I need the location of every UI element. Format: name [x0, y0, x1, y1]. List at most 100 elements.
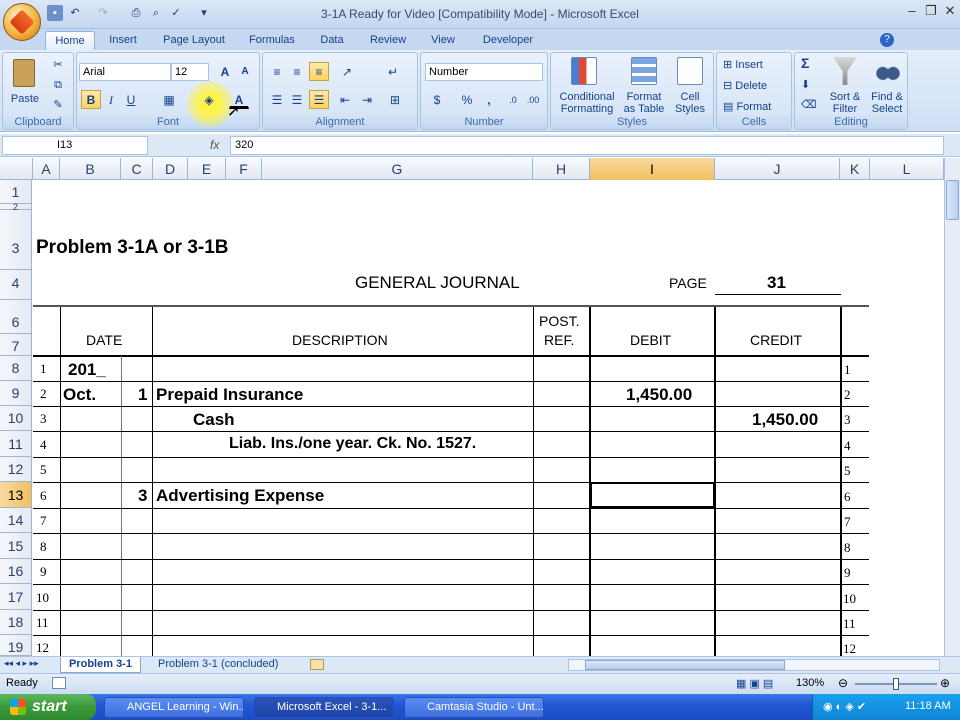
row-header-19[interactable]: 19 — [0, 635, 32, 656]
row-header-3[interactable]: 3 — [0, 210, 32, 270]
row-header-9[interactable]: 9 — [0, 381, 32, 406]
office-button[interactable] — [3, 3, 41, 41]
underline-button[interactable]: U — [121, 90, 141, 109]
delete-cells-button[interactable]: ⊟ Delete — [723, 80, 787, 92]
insert-sheet-icon[interactable] — [310, 659, 324, 670]
maximize-button[interactable]: ❐ — [922, 4, 940, 20]
tab-review[interactable]: Review — [364, 31, 412, 50]
find-select-label[interactable]: Find & Select — [867, 91, 907, 115]
sheet-nav-arrows-icon[interactable]: ◂◂ ◂ ▸ ▸▸ — [4, 658, 39, 669]
row-header-14[interactable]: 14 — [0, 508, 32, 533]
col-header-f[interactable]: F — [226, 158, 262, 180]
cell-styles-icon[interactable] — [677, 57, 703, 85]
align-middle-icon[interactable]: ≡ — [287, 62, 307, 81]
fill-icon[interactable]: ⬇ — [801, 79, 810, 91]
font-name-select[interactable]: Arial — [79, 63, 171, 81]
sort-filter-label[interactable]: Sort & Filter — [825, 91, 865, 115]
conditional-formatting-icon[interactable] — [571, 57, 597, 85]
tab-data[interactable]: Data — [312, 31, 352, 50]
clear-icon[interactable]: ⌫ — [801, 99, 817, 111]
conditional-formatting-label[interactable]: Conditional Formatting — [553, 91, 621, 115]
sort-filter-icon[interactable] — [833, 57, 857, 85]
row-header-7[interactable]: 7 — [0, 334, 32, 356]
zoom-level[interactable]: 130% — [796, 677, 824, 689]
help-icon[interactable]: ? — [880, 33, 894, 47]
cell-styles-label[interactable]: Cell Styles — [669, 91, 711, 115]
taskbar-item-angel[interactable]: ANGEL Learning - Win... — [104, 697, 244, 718]
orientation-icon[interactable]: ↗ — [337, 62, 357, 81]
vertical-scrollbar[interactable] — [944, 158, 960, 656]
col-header-g[interactable]: G — [262, 158, 533, 180]
merge-center-icon[interactable]: ⊞ — [385, 90, 405, 109]
row-header-8[interactable]: 8 — [0, 356, 32, 381]
font-size-select[interactable]: 12 — [171, 63, 209, 81]
align-bottom-icon[interactable]: ≡ — [309, 62, 329, 81]
vertical-scroll-thumb[interactable] — [946, 180, 959, 220]
view-buttons-icon[interactable]: ▦ ▣ ▤ — [736, 677, 790, 691]
col-header-i[interactable]: I — [590, 158, 715, 180]
increase-decimal-icon[interactable]: .0 — [503, 90, 523, 109]
row-header-15[interactable]: 15 — [0, 533, 32, 559]
align-top-icon[interactable]: ≡ — [267, 62, 287, 81]
formula-input[interactable]: 320 — [230, 136, 944, 155]
row-header-11[interactable]: 11 — [0, 431, 32, 457]
paste-icon[interactable] — [13, 59, 35, 87]
decrease-indent-icon[interactable]: ⇤ — [335, 90, 355, 109]
currency-button[interactable]: $ — [427, 90, 447, 109]
row-header-17[interactable]: 17 — [0, 584, 32, 610]
start-button[interactable]: start — [0, 694, 96, 720]
format-cells-button[interactable]: ▤ Format — [723, 101, 787, 113]
tab-home[interactable]: Home — [45, 31, 95, 50]
col-header-k[interactable]: K — [840, 158, 870, 180]
minimize-button[interactable]: – — [903, 4, 921, 20]
insert-cells-button[interactable]: ⊞ Insert — [723, 59, 787, 71]
sheet-tab-problem-3-1[interactable]: Problem 3-1 — [60, 657, 141, 673]
select-all-corner[interactable] — [0, 158, 33, 180]
zoom-out-icon[interactable]: ⊖ — [838, 676, 848, 690]
sheet-tab-problem-3-1-concluded[interactable]: Problem 3-1 (concluded) — [150, 657, 286, 673]
format-painter-icon[interactable]: ✎ — [51, 99, 65, 111]
borders-icon[interactable]: ▦ — [159, 90, 179, 109]
taskbar-item-excel[interactable]: Microsoft Excel - 3-1... — [254, 697, 394, 718]
autosum-icon[interactable]: Σ — [801, 56, 809, 70]
fill-color-icon[interactable]: ◈ — [199, 90, 219, 109]
find-select-icon[interactable] — [875, 59, 901, 83]
percent-button[interactable]: % — [457, 90, 477, 109]
grow-font-icon[interactable]: A — [215, 62, 235, 81]
row-header-18[interactable]: 18 — [0, 610, 32, 635]
tab-insert[interactable]: Insert — [100, 31, 146, 50]
col-header-j[interactable]: J — [715, 158, 840, 180]
align-center-icon[interactable]: ☰ — [287, 90, 307, 109]
decrease-decimal-icon[interactable]: .00 — [523, 90, 543, 109]
align-left-icon[interactable]: ☰ — [267, 90, 287, 109]
wrap-text-icon[interactable]: ↵ — [383, 62, 403, 81]
zoom-slider-thumb[interactable] — [893, 678, 899, 690]
col-header-d[interactable]: D — [153, 158, 188, 180]
italic-button[interactable]: I — [101, 90, 121, 109]
comma-button[interactable]: , — [479, 90, 499, 109]
col-header-l[interactable]: L — [870, 158, 944, 180]
tab-view[interactable]: View — [423, 31, 463, 50]
macro-record-icon[interactable] — [52, 677, 66, 689]
col-header-b[interactable]: B — [60, 158, 121, 180]
taskbar-item-camtasia[interactable]: Camtasia Studio - Unt... — [404, 697, 544, 718]
col-header-c[interactable]: C — [121, 158, 153, 180]
row-header-13[interactable]: 13 — [0, 482, 32, 508]
col-header-e[interactable]: E — [188, 158, 226, 180]
format-as-table-icon[interactable] — [631, 57, 657, 85]
paste-button[interactable]: Paste — [7, 93, 43, 105]
row-header-12[interactable]: 12 — [0, 457, 32, 482]
horizontal-scroll-thumb[interactable] — [585, 660, 785, 670]
number-format-select[interactable]: Number — [425, 63, 543, 81]
format-as-table-label[interactable]: Format as Table — [621, 91, 667, 115]
cut-icon[interactable]: ✂ — [51, 59, 65, 71]
col-header-h[interactable]: H — [533, 158, 590, 180]
selected-cell-i13[interactable] — [590, 482, 715, 508]
increase-indent-icon[interactable]: ⇥ — [357, 90, 377, 109]
row-header-1[interactable]: 1 — [0, 180, 32, 204]
tab-formulas[interactable]: Formulas — [243, 31, 301, 50]
row-header-4[interactable]: 4 — [0, 270, 32, 300]
tab-developer[interactable]: Developer — [476, 31, 540, 50]
zoom-in-icon[interactable]: ⊕ — [940, 676, 950, 690]
row-header-16[interactable]: 16 — [0, 559, 32, 584]
